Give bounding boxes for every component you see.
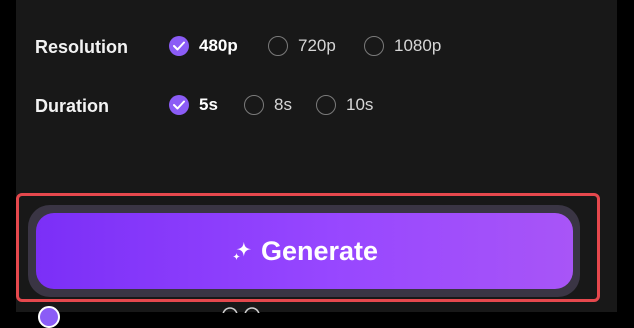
radio-circle-icon bbox=[268, 36, 288, 56]
resolution-option-1080p[interactable]: 1080p bbox=[364, 33, 454, 63]
resolution-option-480p[interactable]: 480p bbox=[169, 33, 249, 63]
sparkle-icon bbox=[232, 241, 252, 261]
window-edge bbox=[617, 0, 634, 312]
checkmark-icon bbox=[169, 36, 189, 56]
resolution-label: Resolution bbox=[35, 37, 128, 57]
duration-option-label: 8s bbox=[274, 95, 292, 114]
resolution-option-720p[interactable]: 720p bbox=[268, 33, 350, 63]
resolution-option-label: 1080p bbox=[394, 36, 442, 55]
duration-row: Duration 5s 8s 10s bbox=[16, 92, 617, 122]
duration-option-8s[interactable]: 8s bbox=[244, 92, 304, 122]
checkmark-icon bbox=[169, 95, 189, 115]
resolution-option-label: 720p bbox=[298, 36, 336, 55]
duration-option-5s[interactable]: 5s bbox=[169, 92, 229, 122]
radio-circle-icon bbox=[244, 95, 264, 115]
duration-option-10s[interactable]: 10s bbox=[316, 92, 382, 122]
duration-option-label: 10s bbox=[346, 95, 374, 114]
generate-button-label: Generate bbox=[260, 235, 379, 266]
radio-circle-icon bbox=[364, 36, 384, 56]
avatar bbox=[38, 306, 60, 328]
resolution-option-label: 480p bbox=[199, 36, 238, 55]
duration-label: Duration bbox=[35, 96, 109, 116]
radio-circle-icon bbox=[316, 95, 336, 115]
resolution-row: Resolution 480p 720p 1080p bbox=[16, 33, 617, 63]
duration-option-label: 5s bbox=[199, 95, 218, 114]
generate-button[interactable]: Generate bbox=[36, 213, 573, 289]
